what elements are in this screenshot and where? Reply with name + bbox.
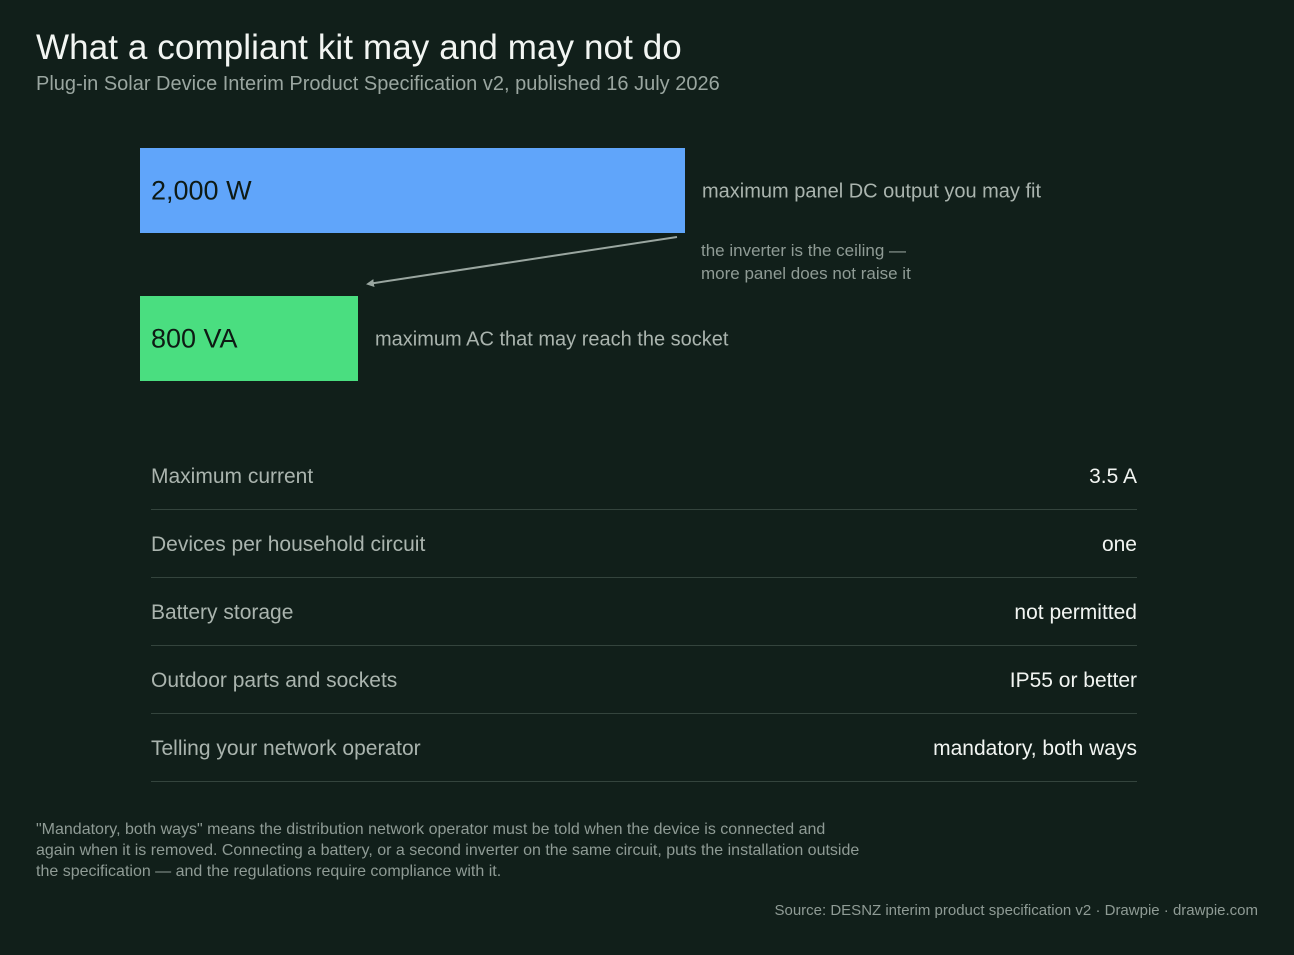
rule-label: Devices per household circuit <box>151 532 426 556</box>
rule-label: Outdoor parts and sockets <box>151 668 398 692</box>
bar-value-label: 2,000 W <box>151 176 252 206</box>
rule-value: 3.5 A <box>1089 464 1137 488</box>
footnote: "Mandatory, both ways" means the distrib… <box>36 821 860 880</box>
rule-value: mandatory, both ways <box>933 736 1137 760</box>
spec-rules-table: Maximum current 3.5 A Devices per househ… <box>151 442 1137 782</box>
bar-category-label: maximum panel DC output you may fit <box>702 181 1041 203</box>
annotation-text: more panel does not raise it <box>701 264 911 283</box>
rule-value: IP55 or better <box>1009 668 1137 692</box>
annotation-arrow <box>366 236 678 288</box>
table-row: Battery storage not permitted <box>151 578 1137 646</box>
annotation-text: the inverter is the ceiling — <box>701 241 906 260</box>
table-row: Devices per household circuit one <box>151 510 1137 578</box>
power-limits-chart: 2,000 W maximum panel DC output you may f… <box>140 148 1041 381</box>
bar-category-label: maximum AC that may reach the socket <box>375 329 729 351</box>
rule-value: not permitted <box>1014 600 1137 624</box>
rule-label: Battery storage <box>151 600 294 624</box>
rule-label: Telling your network operator <box>151 736 421 760</box>
rule-value: one <box>1101 532 1137 556</box>
table-row: Outdoor parts and sockets IP55 or better <box>151 646 1137 714</box>
rule-label: Maximum current <box>151 464 314 488</box>
source-credit: Source: DESNZ interim product specificat… <box>774 902 1258 919</box>
table-row: Telling your network operator mandatory,… <box>151 714 1137 782</box>
bar-value-label: 800 VA <box>151 324 238 354</box>
table-row: Maximum current 3.5 A <box>151 442 1137 510</box>
